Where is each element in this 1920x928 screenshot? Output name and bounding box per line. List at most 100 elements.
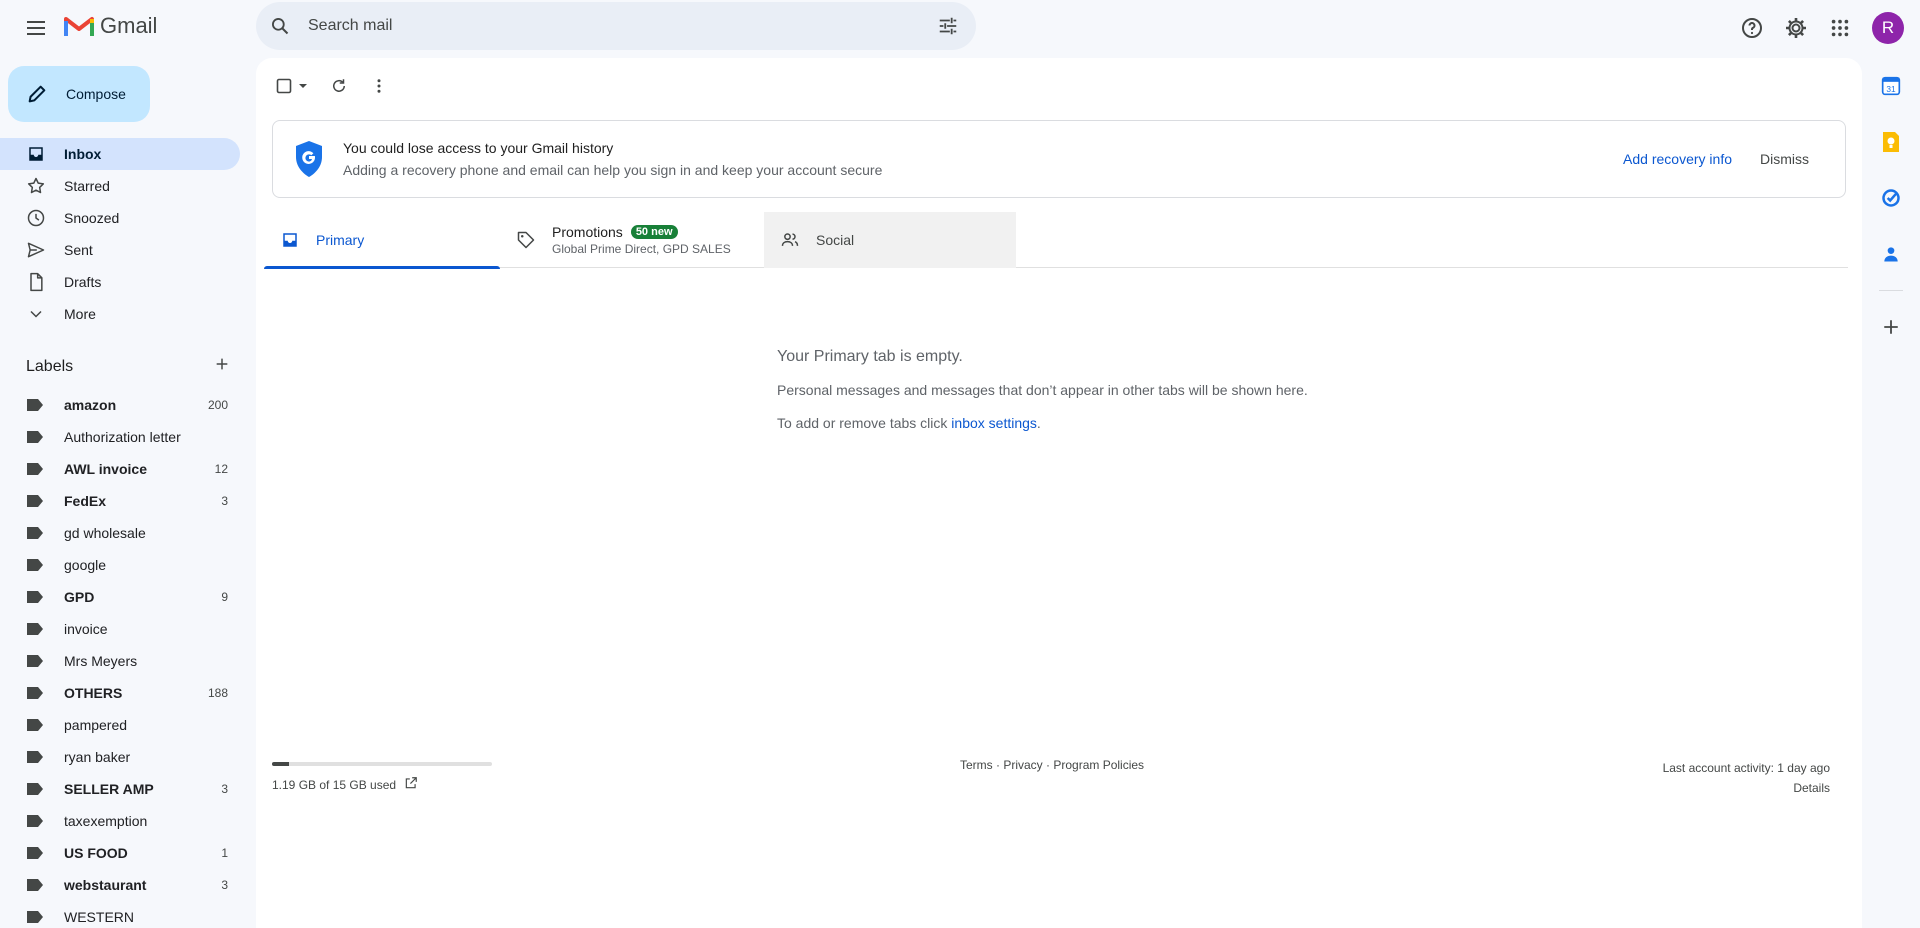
dismiss-button[interactable]: Dismiss bbox=[1760, 151, 1809, 167]
label-icon bbox=[26, 683, 46, 703]
clock-icon bbox=[26, 208, 46, 228]
help-icon bbox=[1742, 18, 1762, 38]
footer-links: Terms · Privacy · Program Policies bbox=[960, 758, 1144, 772]
label-count: 200 bbox=[207, 398, 228, 412]
label-item[interactable]: gd wholesale bbox=[0, 517, 240, 549]
footer-sep: · bbox=[992, 758, 1004, 772]
search-button[interactable] bbox=[256, 2, 304, 50]
storage-bar-fill bbox=[272, 762, 290, 766]
people-icon bbox=[780, 230, 800, 250]
draft-icon bbox=[26, 272, 46, 292]
sidebar-item-label: More bbox=[64, 306, 96, 322]
empty-body: Personal messages and messages that don’… bbox=[777, 382, 1308, 398]
label-count: 3 bbox=[221, 494, 228, 508]
label-item[interactable]: WESTERN bbox=[0, 901, 240, 928]
details-link[interactable]: Details bbox=[1663, 778, 1830, 798]
select-all-checkbox[interactable] bbox=[268, 66, 316, 106]
label-icon bbox=[26, 555, 46, 575]
sidebar-item-drafts[interactable]: Drafts bbox=[0, 266, 240, 298]
side-divider bbox=[1879, 290, 1903, 291]
calendar-icon: 31 bbox=[1881, 76, 1901, 96]
labels-title: Labels bbox=[26, 357, 74, 375]
get-addons-button[interactable] bbox=[1871, 307, 1911, 347]
sidebar-item-starred[interactable]: Starred bbox=[0, 170, 240, 202]
label-name: FedEx bbox=[64, 493, 107, 509]
support-button[interactable] bbox=[1732, 8, 1772, 48]
apps-button[interactable] bbox=[1820, 8, 1860, 48]
create-label-button[interactable] bbox=[214, 356, 230, 377]
keep-icon bbox=[1883, 132, 1899, 152]
privacy-link[interactable]: Privacy bbox=[1003, 758, 1042, 772]
sidebar-item-label: Drafts bbox=[64, 274, 102, 290]
label-item[interactable]: Authorization letter bbox=[0, 421, 240, 453]
label-item[interactable]: ryan baker bbox=[0, 741, 240, 773]
search-input[interactable]: Search mail bbox=[308, 17, 924, 35]
tab-primary[interactable]: Primary bbox=[264, 212, 500, 269]
label-item[interactable]: FedEx 3 bbox=[0, 485, 240, 517]
google-shield-icon bbox=[296, 141, 322, 177]
label-item[interactable]: webstaurant 3 bbox=[0, 869, 240, 901]
keep-button[interactable] bbox=[1871, 122, 1911, 162]
label-name: ryan baker bbox=[64, 749, 131, 765]
compose-button[interactable]: Compose bbox=[8, 66, 150, 122]
refresh-icon bbox=[333, 79, 345, 92]
label-item[interactable]: invoice bbox=[0, 613, 240, 645]
plus-icon bbox=[216, 358, 228, 370]
search-bar[interactable]: Search mail bbox=[256, 2, 976, 50]
storage-bar bbox=[272, 762, 492, 766]
account-avatar[interactable]: R bbox=[1872, 12, 1904, 44]
send-icon bbox=[26, 240, 46, 260]
apps-grid-icon bbox=[1831, 19, 1849, 37]
label-item[interactable]: OTHERS 188 bbox=[0, 677, 240, 709]
settings-button[interactable] bbox=[1776, 8, 1816, 48]
label-item[interactable]: GPD 9 bbox=[0, 581, 240, 613]
manage-storage-link[interactable] bbox=[404, 776, 418, 793]
terms-link[interactable]: Terms bbox=[960, 758, 993, 772]
header-actions: R bbox=[1732, 4, 1920, 52]
tasks-button[interactable] bbox=[1871, 178, 1911, 218]
gmail-logo[interactable]: Gmail bbox=[64, 10, 157, 42]
inbox-settings-link[interactable]: inbox settings bbox=[951, 415, 1037, 431]
program-policies-link[interactable]: Program Policies bbox=[1053, 758, 1144, 772]
search-options-button[interactable] bbox=[924, 2, 972, 50]
label-name: US FOOD bbox=[64, 845, 128, 861]
label-item[interactable]: AWL invoice 12 bbox=[0, 453, 240, 485]
tab-promotions[interactable]: Promotions 50 new Global Prime Direct, G… bbox=[500, 212, 764, 268]
label-item[interactable]: taxexemption bbox=[0, 805, 240, 837]
label-name: google bbox=[64, 557, 107, 573]
label-count: 1 bbox=[221, 846, 228, 860]
label-name: invoice bbox=[64, 621, 108, 637]
more-vert-icon bbox=[377, 79, 381, 93]
star-icon bbox=[26, 176, 46, 196]
add-recovery-info-button[interactable]: Add recovery info bbox=[1623, 151, 1732, 167]
label-icon bbox=[26, 779, 46, 799]
calendar-button[interactable]: 31 bbox=[1871, 66, 1911, 106]
label-item[interactable]: amazon 200 bbox=[0, 389, 240, 421]
label-item[interactable]: pampered bbox=[0, 709, 240, 741]
label-item[interactable]: SELLER AMP 3 bbox=[0, 773, 240, 805]
contacts-button[interactable] bbox=[1871, 234, 1911, 274]
tab-social[interactable]: Social bbox=[764, 212, 1016, 268]
label-icon bbox=[26, 907, 46, 927]
sidebar-item-sent[interactable]: Sent bbox=[0, 234, 240, 266]
label-name: pampered bbox=[64, 717, 128, 733]
label-item[interactable]: US FOOD 1 bbox=[0, 837, 240, 869]
footer-sep: · bbox=[1042, 758, 1054, 772]
label-count: 188 bbox=[207, 686, 228, 700]
labels-header: Labels bbox=[26, 356, 230, 377]
label-item[interactable]: google bbox=[0, 549, 240, 581]
sidebar-item-inbox[interactable]: Inbox bbox=[0, 138, 240, 170]
label-item[interactable]: Mrs Meyers bbox=[0, 645, 240, 677]
category-tabs: Primary Promotions 50 new Global Prime D… bbox=[264, 212, 1848, 269]
label-icon bbox=[26, 395, 46, 415]
main-menu-button[interactable] bbox=[16, 8, 56, 48]
promotions-senders: Global Prime Direct, GPD SALES bbox=[552, 242, 731, 256]
refresh-button[interactable] bbox=[322, 66, 356, 106]
tasks-icon bbox=[1882, 189, 1900, 207]
menu-icon bbox=[27, 21, 45, 35]
more-options-button[interactable] bbox=[362, 66, 396, 106]
gmail-m-icon bbox=[64, 17, 94, 36]
sidebar-item-snoozed[interactable]: Snoozed bbox=[0, 202, 240, 234]
sidebar-item-more[interactable]: More bbox=[0, 298, 240, 330]
plus-icon bbox=[1884, 320, 1898, 334]
